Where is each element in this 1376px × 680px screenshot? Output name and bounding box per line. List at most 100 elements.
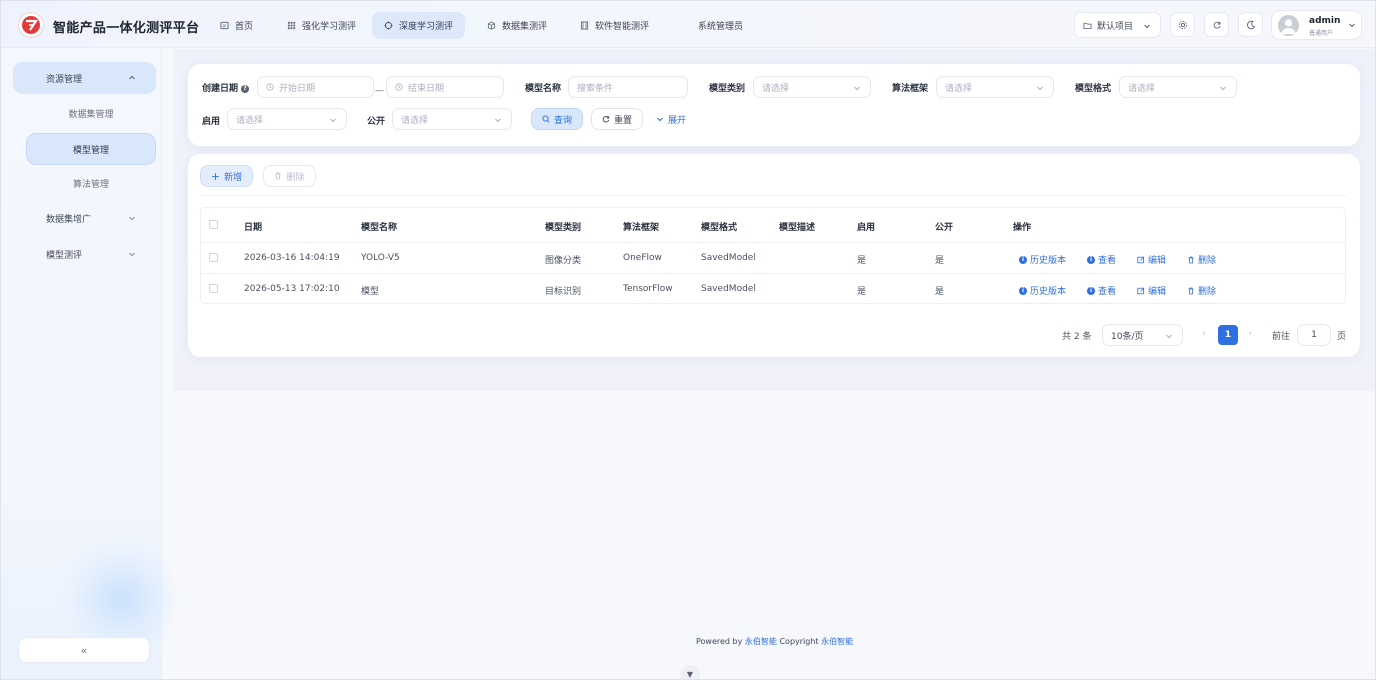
view-link[interactable]: i 查看 <box>1087 253 1116 266</box>
row-checkbox[interactable] <box>209 284 218 293</box>
framework-placeholder: 请选择 <box>945 83 973 94</box>
query-button[interactable]: 查询 <box>531 108 583 130</box>
triangle-down-icon: ▼ <box>686 670 694 679</box>
model-type-placeholder: 请选择 <box>762 83 790 94</box>
cell-model-name: YOLO-V5 <box>361 253 400 263</box>
sidebar-item-label: 模型管理 <box>72 145 109 156</box>
refresh-icon <box>602 116 610 123</box>
gear-icon <box>1178 20 1187 29</box>
footer-company-link[interactable]: 永伯智能 <box>745 637 777 646</box>
cell-format: SavedModel <box>701 284 756 294</box>
user-menu[interactable]: admin 普通用户 <box>1271 10 1362 40</box>
double-chevron-left-icon: « <box>80 643 88 657</box>
top-header: 智能产品一体化测评平台 首页 强化学习测评 深度学习测评 数据集测评 软件智能测… <box>1 1 1375 48</box>
goto-label: 前往 <box>1272 332 1291 342</box>
add-button[interactable]: + 新增 <box>200 165 253 187</box>
refresh-button[interactable] <box>1204 12 1229 37</box>
sidebar-group-dataset-augment[interactable]: 数据集增广 <box>13 202 156 234</box>
delete-label: 删除 <box>1198 287 1217 297</box>
avatar <box>1278 15 1299 36</box>
cell-enabled: 是 <box>857 287 867 297</box>
start-date-input[interactable]: 开始日期 <box>257 76 374 98</box>
info-icon: i <box>1019 286 1027 295</box>
enabled-select[interactable]: 请选择 <box>227 108 347 130</box>
column-header-format[interactable]: 模型格式 <box>701 220 737 233</box>
model-format-select[interactable]: 请选择 <box>1119 76 1237 98</box>
edit-label: 编辑 <box>1148 256 1167 266</box>
cell-date: 2026-05-13 17:02:10 <box>244 284 340 294</box>
current-page-button[interactable]: 1 <box>1218 325 1238 345</box>
goto-page-input[interactable]: 1 <box>1297 324 1331 346</box>
column-header-model-name[interactable]: 模型名称 <box>361 220 397 233</box>
logo[interactable] <box>18 12 44 38</box>
nav-dl-eval[interactable]: 深度学习测评 <box>372 12 466 39</box>
nav-sys-admin[interactable]: 系统管理员 <box>686 12 755 39</box>
reset-button[interactable]: 重置 <box>591 108 643 130</box>
sidebar-item-algorithm-mgmt[interactable]: 算法管理 <box>26 167 156 199</box>
model-type-select[interactable]: 请选择 <box>753 76 871 98</box>
edit-icon <box>1137 256 1145 263</box>
column-header-model-type[interactable]: 模型类别 <box>545 220 581 233</box>
sidebar-group-label: 模型测评 <box>46 250 83 261</box>
bottom-toggle-button[interactable]: ▼ <box>680 665 700 679</box>
nav-rl-eval[interactable]: 强化学习测评 <box>275 12 368 39</box>
sidebar-item-dataset-mgmt[interactable]: 数据集管理 <box>26 97 156 129</box>
footer-company-link-2[interactable]: 永伯智能 <box>821 637 853 646</box>
project-select[interactable]: 默认项目 <box>1074 12 1161 38</box>
framework-label: 算法框架 <box>892 84 929 94</box>
page-size-select[interactable]: 10条/页 <box>1102 324 1183 346</box>
batch-delete-button[interactable]: 删除 <box>263 165 316 187</box>
nav-dataset-eval[interactable]: 数据集测评 <box>475 12 559 39</box>
next-page-button[interactable]: › <box>1248 328 1252 339</box>
select-all-checkbox[interactable] <box>209 220 218 229</box>
expand-button[interactable]: 展开 <box>651 108 691 130</box>
delete-link[interactable]: 删除 <box>1187 284 1216 297</box>
edit-icon <box>1137 287 1145 294</box>
chevron-down-icon <box>1037 86 1043 91</box>
column-header-enabled[interactable]: 启用 <box>857 220 875 233</box>
column-header-public[interactable]: 公开 <box>935 220 953 233</box>
user-name: admin <box>1309 16 1341 26</box>
sidebar-group-resource-mgmt[interactable]: 资源管理 <box>13 62 156 94</box>
page-size-value: 10条/页 <box>1111 331 1144 342</box>
nav-software-eval[interactable]: 软件智能测评 <box>568 12 661 39</box>
settings-button[interactable] <box>1170 12 1195 37</box>
theme-toggle-button[interactable] <box>1238 12 1263 37</box>
cell-model-name: 模型 <box>361 287 380 297</box>
end-date-input[interactable]: 结束日期 <box>386 76 504 98</box>
sidebar-group-model-eval[interactable]: 模型测评 <box>13 238 156 270</box>
cell-framework: TensorFlow <box>623 284 673 294</box>
framework-select[interactable]: 请选择 <box>936 76 1054 98</box>
model-name-input[interactable]: 搜索条件 <box>568 76 688 98</box>
sidebar-item-model-mgmt[interactable]: 模型管理 <box>26 133 156 165</box>
clock-icon <box>266 83 274 91</box>
film-icon <box>580 21 589 30</box>
page-unit-label: 页 <box>1337 332 1347 342</box>
query-label: 查询 <box>553 115 572 126</box>
chevron-down-icon <box>129 216 135 221</box>
nav-home[interactable]: 首页 <box>208 12 265 39</box>
edit-link[interactable]: 编辑 <box>1137 253 1166 266</box>
create-date-label: 创建日期? <box>202 81 250 94</box>
footer-copyright: Copyright <box>779 637 819 646</box>
delete-link[interactable]: 删除 <box>1187 253 1216 266</box>
home-icon <box>220 21 229 30</box>
view-link[interactable]: i 查看 <box>1087 284 1116 297</box>
edit-link[interactable]: 编辑 <box>1137 284 1166 297</box>
prev-page-button[interactable]: ‹ <box>1202 328 1206 339</box>
help-icon[interactable]: ? <box>241 84 250 93</box>
public-select[interactable]: 请选择 <box>392 108 512 130</box>
column-header-framework[interactable]: 算法框架 <box>623 220 659 233</box>
delete-label: 删除 <box>286 172 305 183</box>
column-header-description[interactable]: 模型描述 <box>779 220 815 233</box>
column-header-date[interactable]: 日期 <box>244 220 262 233</box>
row-checkbox[interactable] <box>209 253 218 262</box>
history-version-link[interactable]: i 历史版本 <box>1019 284 1066 297</box>
history-version-link[interactable]: i 历史版本 <box>1019 253 1066 266</box>
date-range-separator: — <box>375 86 384 96</box>
trash-icon <box>1188 256 1194 263</box>
create-date-label-text: 创建日期 <box>202 84 239 94</box>
end-date-placeholder: 结束日期 <box>408 83 445 94</box>
sidebar-collapse-button[interactable]: « <box>18 637 150 663</box>
info-icon: i <box>1087 286 1095 295</box>
